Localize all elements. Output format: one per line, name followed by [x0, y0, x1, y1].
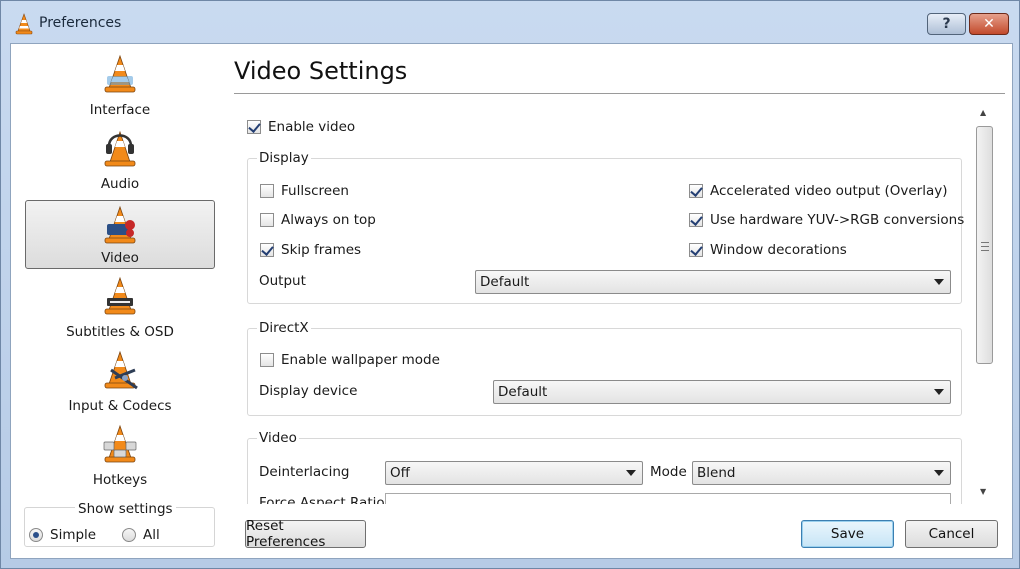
hw-yuv-checkbox[interactable] — [689, 213, 703, 227]
video-group-title: Video — [257, 430, 299, 446]
sidebar-item-label: Audio — [100, 176, 140, 192]
window-decorations-option[interactable]: Window decorations — [689, 242, 847, 258]
skip-frames-checkbox[interactable] — [260, 243, 274, 257]
subtitles-cone-icon — [104, 276, 136, 315]
sidebar-item-input-codecs[interactable]: Input & Codecs — [25, 346, 215, 416]
always-on-top-checkbox[interactable] — [260, 213, 274, 227]
deinterlacing-select-value: Off — [390, 465, 410, 481]
simple-radio[interactable] — [29, 528, 43, 542]
directx-group-title: DirectX — [257, 320, 311, 336]
output-select-value: Default — [480, 274, 530, 290]
deinterlacing-label: Deinterlacing — [259, 464, 350, 480]
audio-headphones-cone-icon — [104, 130, 136, 167]
vlc-cone-icon — [15, 13, 33, 35]
window-title: Preferences — [39, 15, 122, 31]
client-area: Interface Audio Video Subtitles & OSD In… — [10, 43, 1013, 559]
all-radio-option[interactable]: All — [122, 527, 160, 543]
window-decorations-label: Window decorations — [710, 242, 847, 258]
simple-radio-option[interactable]: Simple — [29, 527, 96, 543]
wallpaper-mode-checkbox[interactable] — [260, 353, 274, 367]
enable-video-checkbox[interactable] — [247, 120, 261, 134]
fullscreen-option[interactable]: Fullscreen — [260, 183, 349, 199]
hw-yuv-option[interactable]: Use hardware YUV->RGB conversions — [689, 212, 964, 228]
enable-video-option[interactable]: Enable video — [247, 119, 355, 135]
always-on-top-label: Always on top — [281, 212, 376, 228]
scroll-down-icon[interactable]: ▼ — [980, 487, 986, 496]
codecs-cone-icon — [104, 350, 138, 390]
skip-frames-option[interactable]: Skip frames — [260, 242, 361, 258]
enable-video-label: Enable video — [268, 119, 356, 135]
hotkeys-cone-icon — [103, 424, 137, 463]
skip-frames-label: Skip frames — [281, 242, 362, 258]
scrollbar-thumb[interactable] — [976, 126, 993, 364]
preferences-window: Preferences ? ✕ Interface Audio Video Su… — [0, 0, 1020, 569]
hw-yuv-label: Use hardware YUV->RGB conversions — [710, 212, 965, 228]
accelerated-output-option[interactable]: Accelerated video output (Overlay) — [689, 183, 948, 199]
sidebar-item-hotkeys[interactable]: Hotkeys — [25, 420, 215, 490]
simple-radio-label: Simple — [50, 527, 97, 543]
display-device-select-value: Default — [498, 384, 548, 400]
sidebar-item-label: Subtitles & OSD — [66, 324, 174, 340]
accelerated-output-checkbox[interactable] — [689, 184, 703, 198]
vertical-scrollbar[interactable]: ▲ ▼ — [975, 104, 993, 501]
display-group-title: Display — [257, 150, 311, 166]
deinterlacing-select[interactable]: Off — [385, 461, 643, 485]
mode-select[interactable]: Blend — [692, 461, 951, 485]
chevron-down-icon — [934, 279, 944, 285]
interface-cone-icon — [104, 54, 136, 93]
reset-preferences-button[interactable]: Reset Preferences — [245, 518, 366, 550]
all-radio-label: All — [143, 527, 160, 543]
mode-label: Mode — [650, 464, 687, 480]
mode-select-value: Blend — [697, 465, 736, 481]
fullscreen-checkbox[interactable] — [260, 184, 274, 198]
grip-icon — [981, 242, 989, 251]
sidebar-item-subtitles[interactable]: Subtitles & OSD — [25, 272, 215, 342]
force-aspect-label: Force Aspect Ratio — [259, 495, 385, 504]
sidebar-item-video[interactable]: Video — [25, 200, 215, 269]
title-bar[interactable]: Preferences ? ✕ — [1, 1, 1019, 45]
output-label: Output — [259, 273, 306, 289]
display-device-label: Display device — [259, 383, 358, 399]
chevron-down-icon — [934, 470, 944, 476]
cancel-button[interactable]: Cancel — [905, 520, 998, 548]
accelerated-output-label: Accelerated video output (Overlay) — [710, 183, 948, 199]
show-settings-group: Show settings Simple All — [24, 501, 215, 547]
sidebar-item-label: Interface — [89, 102, 151, 118]
close-button[interactable]: ✕ — [969, 13, 1009, 35]
wallpaper-mode-option[interactable]: Enable wallpaper mode — [260, 352, 440, 368]
chevron-down-icon — [934, 389, 944, 395]
page-title: Video Settings — [234, 57, 408, 85]
fullscreen-label: Fullscreen — [281, 183, 349, 199]
sidebar-item-audio[interactable]: Audio — [25, 124, 215, 194]
save-button[interactable]: Save — [801, 520, 894, 548]
sidebar-item-label: Input & Codecs — [68, 398, 172, 414]
window-decorations-checkbox[interactable] — [689, 243, 703, 257]
sidebar-item-label: Video — [101, 250, 139, 266]
sidebar-item-label: Hotkeys — [92, 472, 148, 488]
title-divider — [234, 93, 1005, 94]
force-aspect-input[interactable] — [385, 493, 951, 504]
sidebar-item-interface[interactable]: Interface — [25, 50, 215, 120]
scroll-up-icon[interactable]: ▲ — [980, 108, 986, 117]
always-on-top-option[interactable]: Always on top — [260, 212, 376, 228]
help-button[interactable]: ? — [927, 13, 966, 35]
settings-scroll-area[interactable]: Enable video Display Fullscreen Always o… — [235, 104, 971, 504]
all-radio[interactable] — [122, 528, 136, 542]
show-settings-legend: Show settings — [75, 501, 176, 517]
display-device-select[interactable]: Default — [493, 380, 951, 404]
video-cone-icon — [104, 205, 136, 244]
chevron-down-icon — [626, 470, 636, 476]
output-select[interactable]: Default — [475, 270, 951, 294]
wallpaper-mode-label: Enable wallpaper mode — [281, 352, 440, 368]
